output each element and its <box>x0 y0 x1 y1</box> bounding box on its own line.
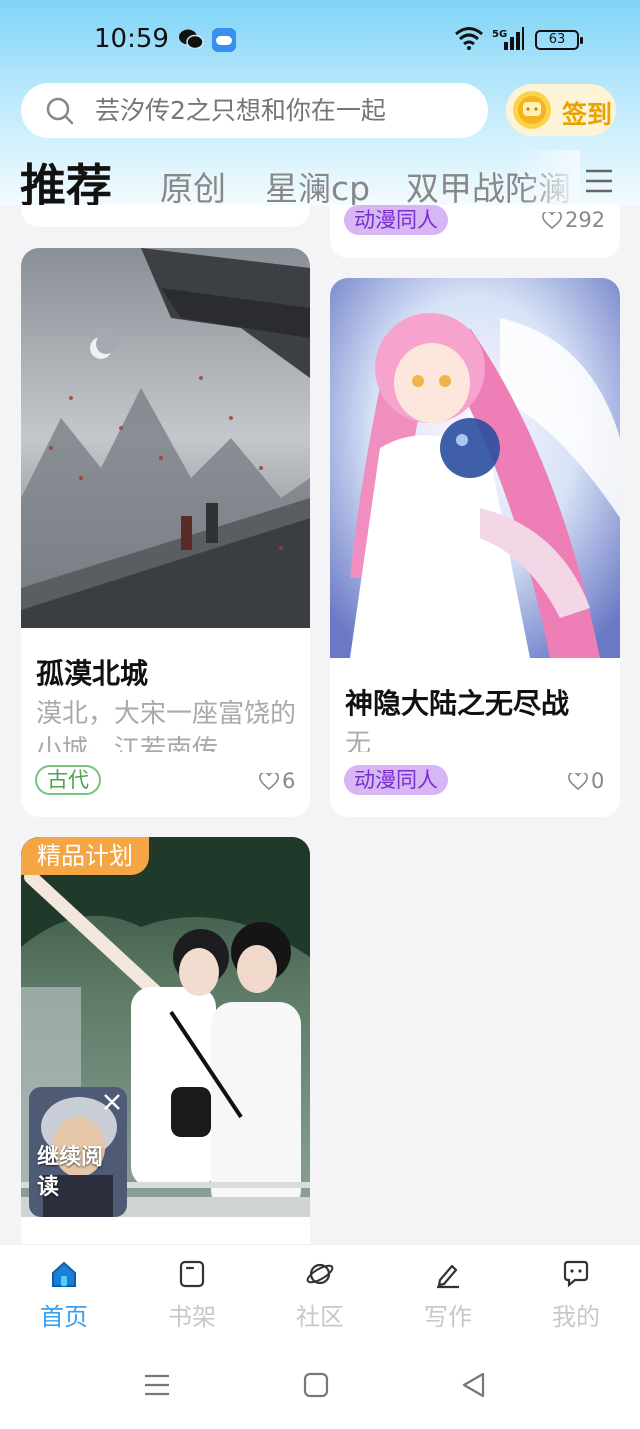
checkin-button[interactable]: 签到 <box>506 84 616 136</box>
status-time: 10:59 <box>94 24 169 54</box>
search-bar[interactable] <box>21 83 488 138</box>
checkin-label: 签到 <box>562 100 613 129</box>
book-cover <box>21 248 310 628</box>
tab-original[interactable]: 原创 <box>160 162 226 210</box>
menu-icon[interactable] <box>584 168 614 194</box>
card-tag: 动漫同人 <box>344 765 448 795</box>
planet-icon <box>306 1263 334 1285</box>
likes-count: 292 <box>565 208 606 232</box>
likes-count: 0 <box>591 769 605 793</box>
partial-card-left[interactable] <box>21 205 310 227</box>
search-icon <box>46 97 74 125</box>
book-cover <box>330 278 620 658</box>
bookshelf-icon <box>179 1260 205 1288</box>
svg-text:5G: 5G <box>492 29 507 40</box>
card-tag: 古代 <box>35 765 101 795</box>
chat-bubble-icon <box>563 1260 589 1288</box>
book-description: 漠北，大宋一座富饶的小城，江若南传 <box>36 699 297 752</box>
tab-fade <box>520 150 580 210</box>
nav-home[interactable]: 首页 <box>14 1259 114 1339</box>
recent-apps-icon[interactable] <box>142 1370 172 1400</box>
nav-bookshelf[interactable]: 书架 <box>142 1259 242 1339</box>
continue-reading-widget[interactable]: 继续阅读 <box>29 1087 127 1217</box>
nav-community[interactable]: 社区 <box>270 1259 370 1339</box>
card-tag: 动漫同人 <box>344 205 448 235</box>
book-title: 神隐大陆之无尽战 <box>345 687 570 720</box>
search-input[interactable] <box>95 83 475 138</box>
tab-recommend[interactable]: 推荐 <box>20 150 112 210</box>
partial-card-right[interactable]: 动漫同人 292 <box>330 205 620 258</box>
coin-chat-icon <box>513 91 551 129</box>
book-card[interactable]: 神隐大陆之无尽战 无 动漫同人 0 <box>330 278 620 817</box>
bottom-nav: 首页 书架 社区 写作 我的 <box>0 1244 640 1344</box>
weather-icon <box>212 28 236 52</box>
heart-icon <box>568 771 588 791</box>
category-tabs: 推荐 原创 星澜cp 双甲战陀澜 <box>0 150 640 210</box>
nav-community-label: 社区 <box>296 1303 344 1331</box>
signal-icon: 5G <box>492 27 524 50</box>
system-nav-bar <box>0 1344 640 1429</box>
nav-home-label: 首页 <box>40 1303 88 1331</box>
heart-icon <box>259 771 279 791</box>
book-card[interactable]: 孤漠北城 漠北，大宋一座富饶的小城，江若南传 古代 6 <box>21 248 310 817</box>
nav-write[interactable]: 写作 <box>398 1259 498 1339</box>
close-icon[interactable] <box>101 1091 123 1113</box>
book-description: 无 <box>345 729 372 752</box>
wifi-icon <box>455 27 483 50</box>
card-likes: 292 <box>542 208 605 232</box>
battery-icon: 63 <box>535 30 583 50</box>
status-bar: 10:59 5G 63 <box>0 0 640 80</box>
home-icon <box>52 1261 76 1287</box>
continue-reading-label: 继续阅读 <box>37 1145 104 1200</box>
book-title: 孤漠北城 <box>36 657 149 690</box>
premium-badge: 精品计划 <box>21 837 149 875</box>
home-button-icon[interactable] <box>301 1370 331 1400</box>
nav-profile[interactable]: 我的 <box>526 1259 626 1339</box>
card-likes: 6 <box>259 769 295 793</box>
tab-xinglan-cp[interactable]: 星澜cp <box>265 162 370 210</box>
nav-bookshelf-label: 书架 <box>168 1303 216 1331</box>
nav-write-label: 写作 <box>424 1303 472 1331</box>
pencil-icon <box>437 1264 459 1289</box>
card-likes: 0 <box>568 769 604 793</box>
wechat-icon <box>179 29 204 50</box>
back-icon[interactable] <box>459 1370 489 1400</box>
nav-profile-label: 我的 <box>552 1303 600 1331</box>
heart-icon <box>542 210 562 230</box>
likes-count: 6 <box>282 769 296 793</box>
